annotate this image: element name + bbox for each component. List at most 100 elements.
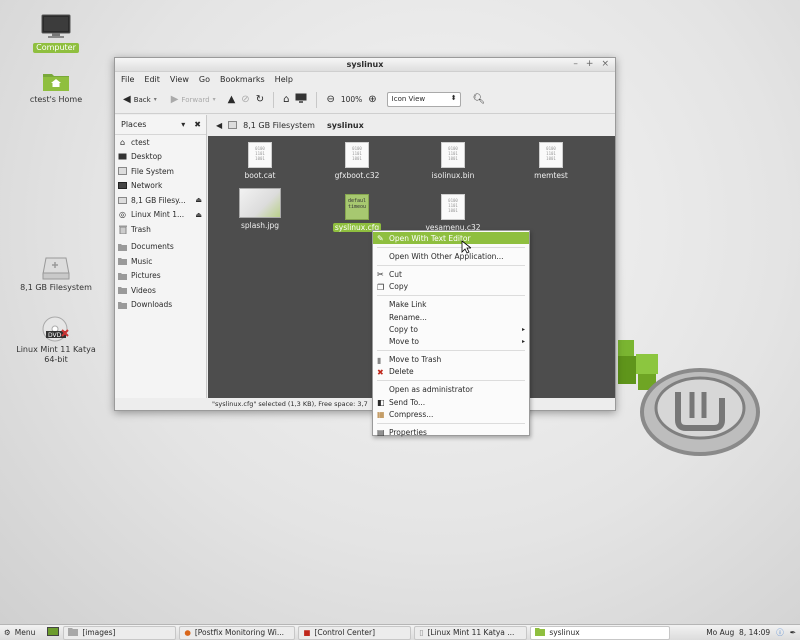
menu-item-copy[interactable]: ❐ Copy <box>373 281 529 293</box>
taskbar-window-label: [Linux Mint 11 Katya ... <box>427 628 515 637</box>
chevron-left-icon[interactable]: ◀ <box>216 121 222 130</box>
close-icon[interactable]: × <box>601 59 609 69</box>
binary-file-icon: 0100 1101 1001 <box>539 142 563 168</box>
sidebar-item-trash[interactable]: Trash <box>115 222 206 237</box>
file-name: isolinux.bin <box>431 171 475 180</box>
file-item-isolinux[interactable]: 0100 1101 1001 isolinux.bin <box>415 142 491 180</box>
zoom-out-button[interactable]: ⊖ <box>326 94 334 105</box>
taskbar-window-control-center[interactable]: ■ [Control Center] <box>298 625 412 640</box>
sidebar-item-desktop[interactable]: Desktop <box>115 150 206 165</box>
sidebar-item-filesystem[interactable]: File System <box>115 164 206 179</box>
sidebar-item-music[interactable]: Music <box>115 254 206 269</box>
menu-item-label: Delete <box>389 367 414 377</box>
sidebar-item-disc[interactable]: ◎ Linux Mint 1... ⏏ <box>115 208 206 223</box>
menu-item-send-to[interactable]: ◧ Send To... <box>373 396 529 408</box>
file-item-vesamenu[interactable]: 0100 1101 1001 vesamenu.c32 <box>415 194 491 232</box>
menu-view[interactable]: View <box>170 75 189 84</box>
sidebar-item-downloads[interactable]: Downloads <box>115 298 206 313</box>
menu-item-open-with-text-editor[interactable]: ✎ Open With Text Editor <box>373 232 529 245</box>
menu-edit[interactable]: Edit <box>144 75 160 84</box>
file-item-syslinux-cfg[interactable]: defaul timeou syslinux.cfg <box>319 194 395 232</box>
mouse-cursor-icon <box>461 240 473 256</box>
sidebar-item-network[interactable]: Network <box>115 179 206 194</box>
sidebar-item-home[interactable]: ⌂ ctest <box>115 135 206 150</box>
sidebar-item-documents[interactable]: Documents <box>115 240 206 255</box>
menu-item-open-as-admin[interactable]: Open as administrator <box>373 384 529 396</box>
desktop-icon-filesystem[interactable]: 8,1 GB Filesystem <box>6 256 106 293</box>
back-button[interactable]: ◀ Back ▾ <box>123 94 157 105</box>
breadcrumb-current[interactable]: syslinux <box>327 121 364 130</box>
search-button[interactable]: 🔍︎ <box>473 94 486 105</box>
dvd-icon: DVD <box>42 316 70 342</box>
eject-icon[interactable]: ⏏ <box>195 196 202 204</box>
menu-item-delete[interactable]: ✖ Delete <box>373 366 529 378</box>
desktop-icon-dvd[interactable]: DVD Linux Mint 11 Katya 64-bit <box>6 316 106 365</box>
taskbar-window-linux-mint[interactable]: ▯ [Linux Mint 11 Katya ... <box>414 625 528 640</box>
sidebar-item-videos[interactable]: Videos <box>115 283 206 298</box>
reload-button[interactable]: ↻ <box>256 94 264 105</box>
view-mode-select[interactable]: Icon View ⬍ <box>386 92 461 107</box>
home-button[interactable]: ⌂ <box>283 94 289 105</box>
file-item-splash[interactable]: splash.jpg <box>222 188 298 230</box>
places-header[interactable]: Places ▾ ✖ <box>115 115 206 135</box>
menu-bookmarks[interactable]: Bookmarks <box>220 75 265 84</box>
file-name: splash.jpg <box>241 221 279 230</box>
chevron-down-icon[interactable]: ▾ <box>181 120 185 129</box>
file-manager-window[interactable]: syslinux – + × File Edit View Go Bookmar… <box>114 57 616 411</box>
stop-button[interactable]: ⊘ <box>241 94 249 105</box>
window-titlebar[interactable]: syslinux – + × <box>115 58 615 72</box>
chevron-down-icon[interactable]: ▾ <box>154 96 157 103</box>
clock[interactable]: Mo Aug 8, 14:09 ⓘ ✒ <box>706 627 800 638</box>
zoom-in-button[interactable]: ⊕ <box>368 94 376 105</box>
file-item-memtest[interactable]: 0100 1101 1001 memtest <box>513 142 589 180</box>
desktop-icon-home[interactable]: ctest's Home <box>6 70 106 105</box>
menu-item-cut[interactable]: ✂ Cut <box>373 268 529 280</box>
forward-button[interactable]: ▶ Forward ▾ <box>171 94 216 105</box>
menu-item-properties[interactable]: ▤ Properties <box>373 426 529 438</box>
home-icon: ⌂ <box>119 137 126 147</box>
taskbar-window-images[interactable]: [images] <box>63 625 177 640</box>
arrow-up-icon: ▲ <box>227 94 236 105</box>
arrow-left-icon: ◀ <box>123 94 131 105</box>
menu-bar: File Edit View Go Bookmarks Help <box>115 72 615 86</box>
sidebar-item-drive[interactable]: 8,1 GB Filesy... ⏏ <box>115 193 206 208</box>
menu-item-copy-to[interactable]: Copy to ▸ <box>373 323 529 335</box>
info-icon[interactable]: ⓘ <box>776 627 784 638</box>
menu-item-make-link[interactable]: Make Link <box>373 299 529 311</box>
menu-item-compress[interactable]: ▦ Compress... <box>373 408 529 420</box>
file-item-boot-cat[interactable]: 0100 1101 1001 boot.cat <box>222 142 298 180</box>
pen-icon[interactable]: ✒ <box>790 628 796 637</box>
maximize-icon[interactable]: + <box>586 59 594 69</box>
delete-icon: ✖ <box>377 367 384 377</box>
home-icon: ⌂ <box>283 94 290 105</box>
text-file-icon: defaul timeou <box>345 194 369 220</box>
menu-item-move-to[interactable]: Move to ▸ <box>373 335 529 347</box>
taskbar-window-syslinux[interactable]: syslinux <box>530 625 671 640</box>
zoom-out-icon: ⊖ <box>326 94 335 105</box>
menu-item-rename[interactable]: Rename... <box>373 311 529 323</box>
show-desktop-button[interactable] <box>43 626 63 640</box>
menu-button[interactable]: ⚙ Menu <box>0 626 43 640</box>
computer-button[interactable] <box>295 93 307 106</box>
window-title: syslinux <box>346 60 384 69</box>
menu-help[interactable]: Help <box>275 75 293 84</box>
close-icon[interactable]: ✖ <box>194 120 201 129</box>
breadcrumb-parent[interactable]: 8,1 GB Filesystem <box>243 121 315 130</box>
desktop-icon-computer[interactable]: Computer <box>6 14 106 53</box>
chevron-down-icon[interactable]: ▾ <box>213 96 216 103</box>
menu-go[interactable]: Go <box>199 75 210 84</box>
sidebar-item-label: File System <box>131 166 174 176</box>
minimize-icon[interactable]: – <box>573 59 578 69</box>
sidebar-item-pictures[interactable]: Pictures <box>115 269 206 284</box>
binary-file-icon: 0100 1101 1001 <box>248 142 272 168</box>
folder-icon <box>68 627 79 638</box>
menu-item-open-with-other[interactable]: Open With Other Application... <box>373 250 529 262</box>
svg-text:DVD: DVD <box>48 332 62 339</box>
up-button[interactable]: ▲ <box>228 94 236 105</box>
eject-icon[interactable]: ⏏ <box>195 211 202 219</box>
menu-file[interactable]: File <box>121 75 134 84</box>
file-item-gfxboot[interactable]: 0100 1101 1001 gfxboot.c32 <box>319 142 395 180</box>
taskbar-window-postfix[interactable]: ● [Postfix Monitoring Wi... <box>179 625 296 640</box>
sidebar-item-label: Trash <box>131 224 151 234</box>
menu-item-move-to-trash[interactable]: ▮ Move to Trash <box>373 354 529 366</box>
